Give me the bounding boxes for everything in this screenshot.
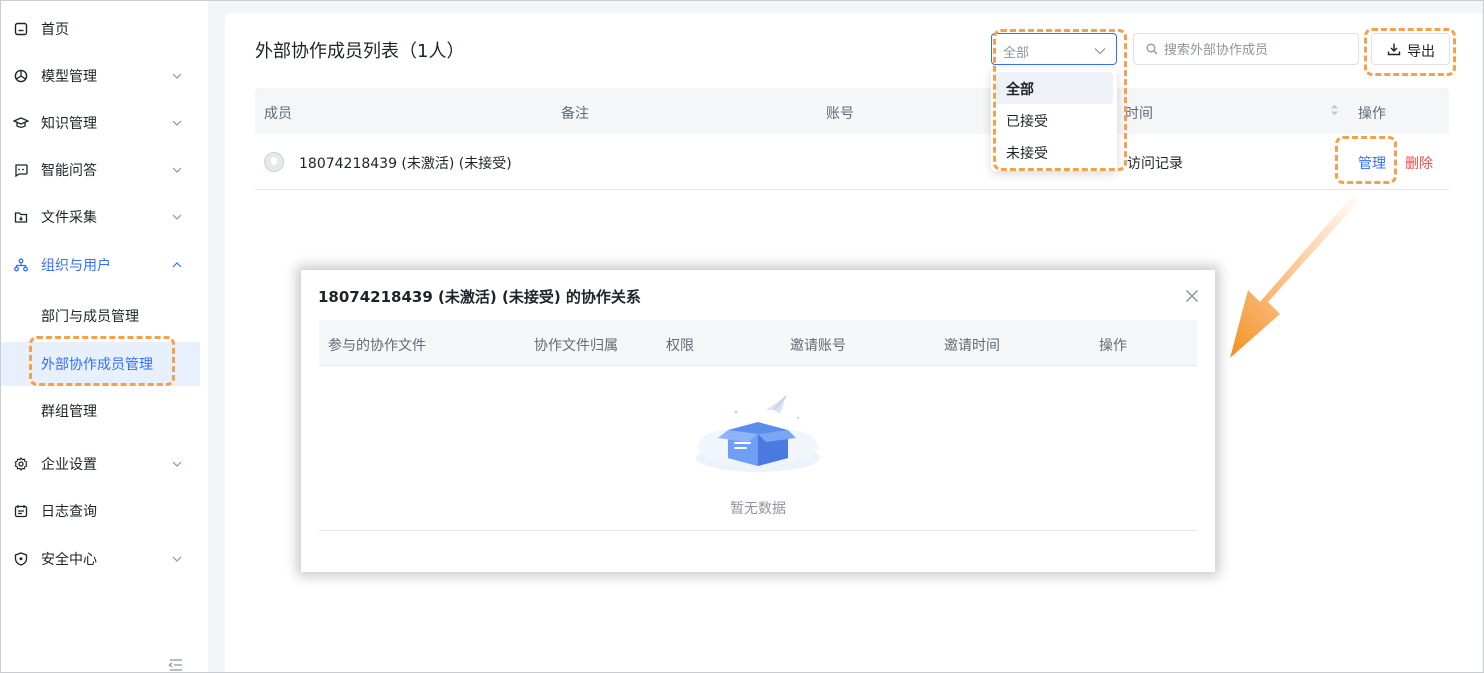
filter-option-label: 已接受 (1006, 114, 1048, 130)
status-filter-select[interactable]: 全部 (991, 33, 1117, 65)
sidebar-item-label: 日志查询 (41, 504, 97, 520)
page-title: 外部协作成员列表（1人） (255, 41, 465, 62)
modal-column-inviter: 邀请账号 (790, 338, 846, 354)
delete-link[interactable]: 删除 (1405, 153, 1433, 173)
filter-option-label: 全部 (1006, 82, 1034, 98)
sort-icon[interactable] (1330, 103, 1339, 121)
sidebar-item-model[interactable]: 模型管理 (1, 54, 208, 98)
close-icon[interactable] (1185, 288, 1199, 302)
knowledge-icon (13, 115, 29, 131)
chevron-down-icon (171, 211, 183, 223)
modal-column-actions: 操作 (1099, 338, 1127, 354)
download-icon (1387, 42, 1401, 60)
model-icon (13, 68, 29, 84)
export-label: 导出 (1407, 44, 1435, 60)
avatar (264, 152, 284, 172)
chevron-down-icon (1094, 44, 1106, 59)
sidebar-item-qa[interactable]: 智能问答 (1, 148, 208, 192)
modal-title: 18074218439 (未激活) (未接受) 的协作关系 (318, 288, 641, 306)
sidebar-item-home[interactable]: 首页 (1, 7, 208, 51)
collapse-sidebar-icon[interactable] (168, 657, 184, 671)
column-header-member: 成员 (264, 106, 292, 122)
shield-icon (13, 551, 29, 567)
modal-table-header: 参与的协作文件 协作文件归属 权限 邀请账号 邀请时间 操作 (319, 320, 1197, 366)
sidebar-item-label: 智能问答 (41, 163, 97, 179)
org-icon (13, 257, 29, 273)
sidebar-subitem-dept-members[interactable]: 部门与成员管理 (1, 294, 200, 338)
sidebar-item-label: 首页 (41, 22, 69, 38)
export-button[interactable]: 导出 (1371, 33, 1450, 65)
table-header: 成员 备注 账号 时间 操作 (255, 88, 1449, 134)
sidebar-item-knowledge[interactable]: 知识管理 (1, 101, 208, 145)
filter-option-all[interactable]: 全部 (995, 72, 1113, 104)
search-box (1133, 33, 1359, 65)
sidebar-item-label: 组织与用户 (41, 258, 111, 274)
filter-option-not-accepted[interactable]: 未接受 (995, 136, 1113, 168)
modal-column-file: 参与的协作文件 (328, 338, 426, 354)
log-icon (13, 503, 29, 519)
member-name: 18074218439 (未激活) (未接受) (299, 156, 512, 172)
column-header-time: 时间 (1125, 106, 1153, 122)
collaboration-modal: 18074218439 (未激活) (未接受) 的协作关系 参与的协作文件 协作… (301, 270, 1215, 572)
empty-state-text: 暂无数据 (730, 501, 786, 517)
sidebar-subitem-label: 外部协作成员管理 (41, 357, 153, 373)
sidebar-item-label: 文件采集 (41, 210, 97, 226)
chevron-down-icon (171, 70, 183, 82)
search-input[interactable] (1164, 39, 1354, 61)
status-filter-value: 全部 (1003, 46, 1030, 61)
sidebar: 首页 模型管理 知识管理 智能问答 文件采集 组织与用户 部门与成员管理 外部协… (1, 1, 208, 672)
sidebar-subitem-external-members[interactable]: 外部协作成员管理 (1, 342, 200, 386)
chevron-up-icon (171, 259, 183, 271)
status-filter-dropdown: 全部 已接受 未接受 (991, 68, 1117, 171)
sidebar-subitem-label: 群组管理 (41, 404, 97, 420)
sidebar-item-label: 知识管理 (41, 116, 97, 132)
modal-column-permission: 权限 (666, 338, 694, 354)
chevron-down-icon (171, 164, 183, 176)
sidebar-item-enterprise-settings[interactable]: 企业设置 (1, 442, 208, 486)
filter-option-accepted[interactable]: 已接受 (995, 104, 1113, 136)
sidebar-subitem-label: 部门与成员管理 (41, 309, 139, 325)
sidebar-item-logs[interactable]: 日志查询 (1, 489, 208, 533)
column-header-account: 账号 (826, 106, 854, 122)
sidebar-item-label: 企业设置 (41, 457, 97, 473)
file-collect-icon (13, 209, 29, 225)
modal-column-owner: 协作文件归属 (534, 338, 618, 354)
sidebar-item-file-collect[interactable]: 文件采集 (1, 195, 208, 239)
sidebar-item-org-users[interactable]: 组织与用户 (1, 243, 208, 287)
empty-box-illustration (688, 388, 828, 478)
sidebar-item-security[interactable]: 安全中心 (1, 537, 208, 581)
modal-divider (319, 530, 1197, 531)
chevron-down-icon (171, 117, 183, 129)
modal-column-invite-time: 邀请时间 (944, 338, 1000, 354)
column-header-actions: 操作 (1358, 106, 1386, 122)
home-icon (13, 21, 29, 37)
manage-link[interactable]: 管理 (1358, 153, 1386, 173)
chevron-down-icon (171, 553, 183, 565)
search-icon (1146, 43, 1158, 59)
table-row: 18074218439 (未激活) (未接受) 访问记录 管理 删除 (255, 134, 1449, 190)
sidebar-item-label: 模型管理 (41, 69, 97, 85)
settings-icon (13, 456, 29, 472)
sidebar-item-label: 安全中心 (41, 552, 97, 568)
chat-icon (13, 162, 29, 178)
filter-option-label: 未接受 (1006, 146, 1048, 162)
visit-record-link[interactable]: 访问记录 (1127, 153, 1183, 173)
sidebar-subitem-groups[interactable]: 群组管理 (1, 389, 200, 433)
chevron-down-icon (171, 458, 183, 470)
column-header-remark: 备注 (561, 106, 589, 122)
